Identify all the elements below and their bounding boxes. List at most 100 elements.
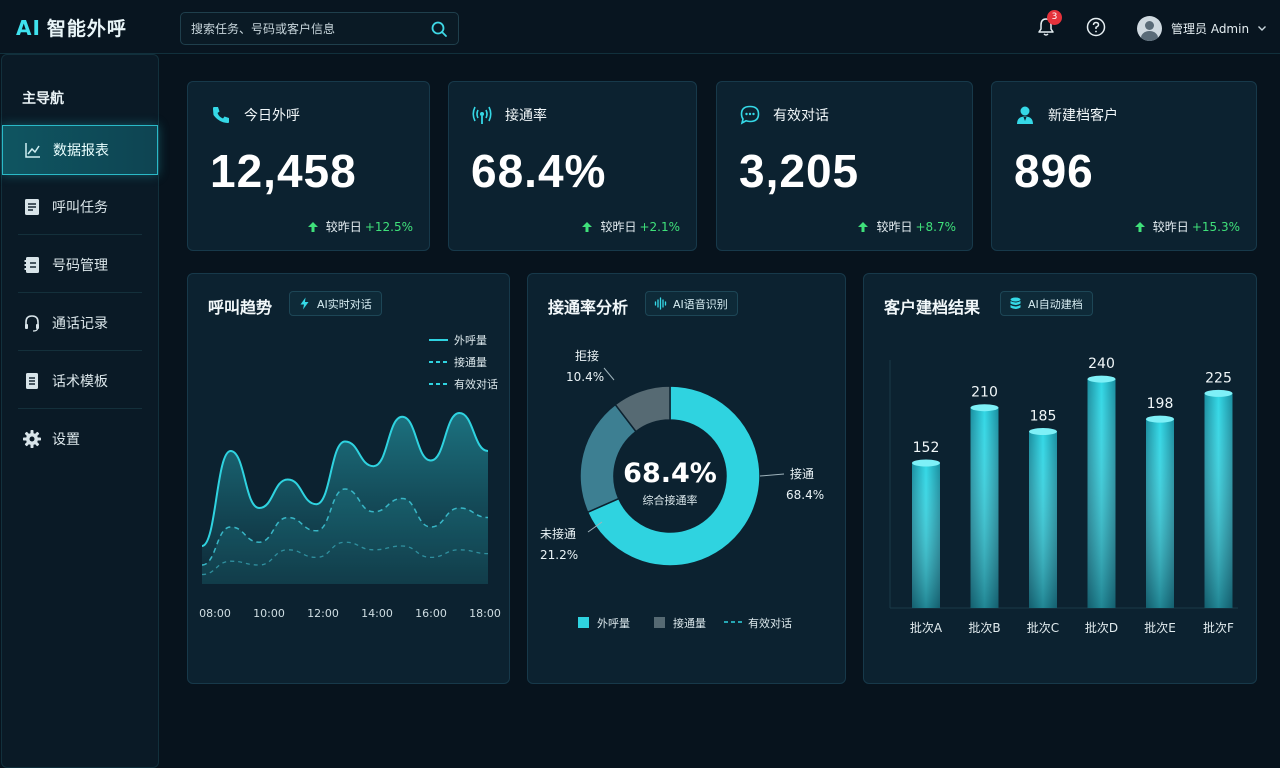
kpi-card-conversations: 有效对话 3,205 较昨日 +8.7% (716, 81, 973, 251)
sidebar-item-reports[interactable]: 数据报表 (2, 125, 158, 175)
trend-plot (201, 411, 489, 584)
bar-shade (1029, 431, 1057, 608)
kpi-compare-label: 较昨日 (600, 220, 637, 234)
bar-shade (912, 463, 940, 608)
sidebar-item-label: 号码管理 (52, 258, 108, 274)
avatar (1137, 15, 1162, 41)
call-trend-panel: 呼叫趋势 AI实时对话 外呼量 接通量 有效对话 08:00 10:00 12:00 14… (187, 273, 510, 684)
kpi-label: 新建档客户 (1048, 108, 1118, 124)
kpi-compare-label: 较昨日 (1152, 220, 1189, 234)
sidebar-item-label: 数据报表 (53, 143, 109, 159)
sidebar-item-label: 话术模板 (52, 374, 108, 390)
bar-chart: 152 批次A 210 批次B 185 批次C 240 批次D 198 批次E 225 批次F (889, 356, 1238, 635)
divider (18, 234, 142, 235)
kpi-change: 较昨日 +15.3% (1134, 218, 1240, 235)
gear-icon (23, 430, 41, 448)
logo-ai-text: AI (16, 16, 41, 40)
slice-value: 10.4% (566, 370, 604, 384)
sidebar-item-call-tasks[interactable]: 呼叫任务 (2, 182, 158, 232)
x-tick-label: 12:00 (307, 607, 339, 620)
bar-value-label: 210 (971, 385, 998, 401)
x-tick-label: 08:00 (199, 607, 231, 620)
trend-chart: 外呼量接通量有效对话 08:00 10:00 12:00 14:00 16:00 18:0… (199, 334, 501, 620)
slice-label: 未接通 (540, 526, 576, 541)
sidebar-item-label: 呼叫任务 (52, 200, 108, 216)
kpi-card-calls: 今日外呼 12,458 较昨日 +12.5% (187, 81, 430, 251)
bar-shade (970, 407, 999, 608)
kpi-value: 3,205 (739, 145, 860, 197)
kpi-change-value: +15.3% (1191, 219, 1240, 234)
bar-cap (1087, 375, 1116, 383)
bar-cap (1146, 415, 1174, 423)
kpi-change-value: +8.7% (915, 219, 956, 234)
bar-cap (970, 404, 999, 412)
signal-icon (472, 106, 492, 124)
bar-value-label: 198 (1147, 396, 1174, 412)
bars: 152 批次A 210 批次B 185 批次C 240 批次D 198 批次E 225 批次F (910, 356, 1234, 635)
kpi-compare-label: 较昨日 (876, 220, 913, 234)
sidebar-item-call-records[interactable]: 通话记录 (2, 298, 158, 348)
legend-label: 有效对话 (454, 377, 498, 391)
arrow-up-icon (307, 221, 318, 232)
notification-badge: 3 (1047, 10, 1062, 25)
donut-center-label: 综合接通率 (643, 493, 698, 507)
bar-category-label: 批次B (968, 620, 1000, 635)
logo-title: 智能外呼 (46, 18, 127, 40)
document-icon (26, 373, 38, 389)
sidebar-item-scripts[interactable]: 话术模板 (2, 356, 158, 406)
bar-cap (1204, 389, 1233, 397)
donut-chart: 68.4% 综合接通率 接通 68.4% 未接通 21.2% 拒接 10.4% 外呼量 接通… (540, 348, 824, 630)
customer-archive-panel: 客户建档结果 AI自动建档 152 批次A 210 批次B 185 批次C 240 批次D 19… (863, 273, 1257, 684)
search-input[interactable] (191, 13, 421, 44)
kpi-label: 有效对话 (773, 108, 829, 124)
legend-swatch (654, 617, 665, 628)
slice-value: 21.2% (540, 548, 578, 562)
task-list-icon (25, 199, 39, 215)
kpi-value: 12,458 (210, 145, 357, 197)
x-tick-label: 14:00 (361, 607, 393, 620)
bar-value-label: 152 (913, 440, 940, 456)
legend-label: 接通量 (454, 356, 487, 369)
search-icon[interactable] (430, 20, 448, 38)
kpi-value: 68.4% (471, 145, 607, 197)
kpi-card-connect-rate: 接通率 68.4% 较昨日 +2.1% (448, 81, 697, 251)
kpi-change-value: +12.5% (364, 219, 413, 234)
bar-category-label: 批次F (1203, 620, 1234, 635)
chevron-down-icon (1258, 26, 1267, 31)
sidebar-item-label: 设置 (52, 432, 80, 448)
bar-category-label: 批次C (1027, 620, 1059, 635)
phone-icon (213, 107, 229, 123)
legend-label: 有效对话 (748, 616, 792, 630)
bar-cap (912, 459, 940, 467)
x-tick-label: 16:00 (415, 607, 447, 620)
sidebar-item-numbers[interactable]: 号码管理 (2, 240, 158, 290)
legend-label: 接通量 (673, 617, 706, 630)
kpi-card-new-customers: 新建档客户 896 较昨日 +15.3% (991, 81, 1257, 251)
bar-shade (1146, 419, 1174, 608)
help-icon[interactable] (1086, 17, 1106, 37)
divider (18, 350, 142, 351)
app-logo[interactable]: AI 智能外呼 (16, 14, 127, 42)
x-tick-label: 18:00 (469, 607, 501, 620)
sidebar-item-label: 通话记录 (52, 316, 108, 332)
line-chart-icon (25, 143, 40, 158)
divider (18, 292, 142, 293)
bar-category-label: 批次A (910, 620, 943, 635)
user-menu[interactable]: 管理员 Admin (1137, 15, 1267, 41)
donut-legend: 外呼量 接通量 有效对话 (578, 616, 792, 630)
leader-line (759, 473, 785, 477)
slice-value: 68.4% (786, 488, 824, 502)
arrow-up-icon (582, 221, 593, 232)
sidebar-item-settings[interactable]: 设置 (2, 414, 158, 464)
bar-value-label: 225 (1205, 370, 1232, 386)
user-name: 管理员 Admin (1171, 21, 1250, 36)
legend-swatch (578, 617, 589, 628)
slice-label: 拒接 (575, 348, 599, 363)
kpi-change: 较昨日 +2.1% (581, 218, 680, 235)
x-tick-label: 10:00 (253, 607, 285, 620)
trend-legend: 外呼量接通量有效对话 (429, 334, 498, 391)
connect-rate-panel: 接通率分析 AI语音识别 68.4% 综合接通率 接通 68.4% 未接通 21.2%… (527, 273, 846, 684)
slice-label: 接通 (790, 466, 814, 481)
bar-shade (1087, 379, 1116, 608)
bar-value-label: 185 (1030, 409, 1057, 425)
